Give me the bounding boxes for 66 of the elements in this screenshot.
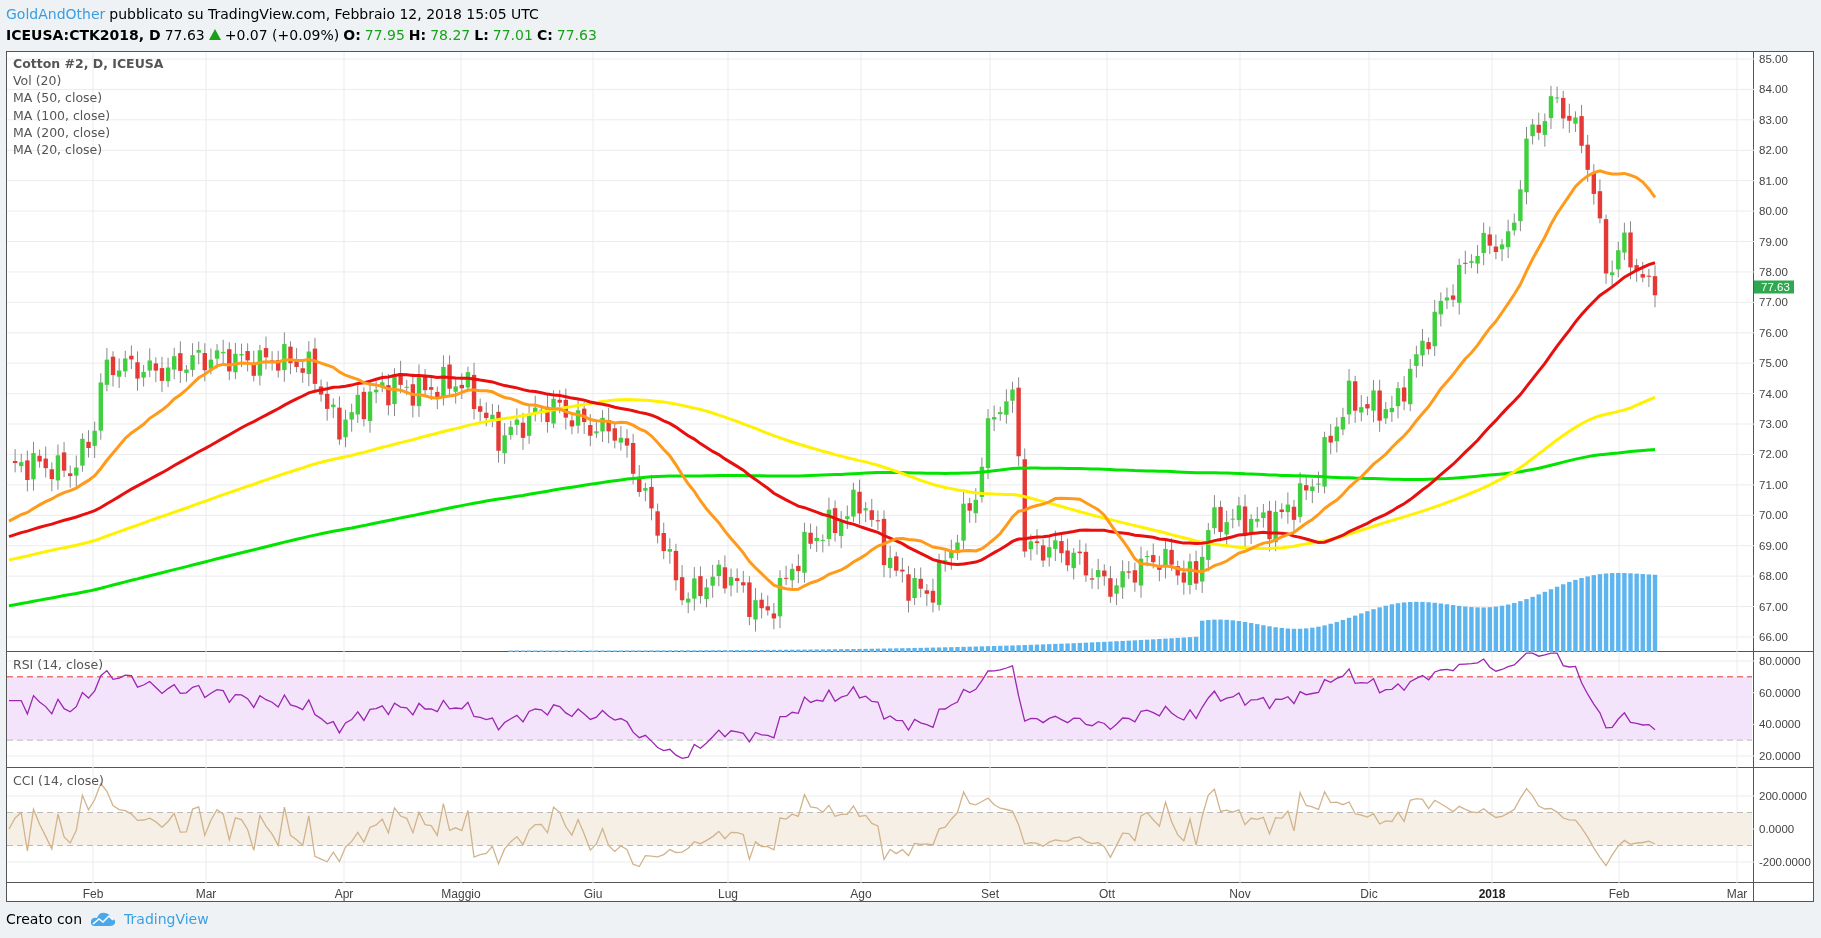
change-text: +0.07 (+0.09%) [224,26,340,43]
price-axis-label: 78.00 [1759,265,1788,279]
time-axis-label: Lug [718,887,738,901]
legend-text: MA (20, close) [13,141,104,159]
price-axis-label: 70.00 [1759,508,1788,522]
price-axis-label: 66.00 [1759,630,1788,644]
ohlc-value: 78.27 [430,26,471,43]
legend-text: Cotton #2, D, ICEUSA [13,55,164,73]
ohlc-value: 77.01 [492,26,533,43]
cci-axis-label: -200.0000 [1759,855,1811,869]
price-axis-label: 71.00 [1759,478,1788,492]
time-axis-label: Nov [1229,887,1251,901]
indicator-legend: CCI (14, close) [13,773,104,788]
legend-text: Vol (20) [13,72,63,90]
time-axis-label: 2018 [1478,887,1506,901]
time-axis-label: Giu [583,887,603,901]
time-axis-label: Feb [1608,887,1630,901]
price-axis-label: 68.00 [1759,569,1788,583]
ohlc-value: 77.95 [364,26,405,43]
ohlc-label: H: [408,26,427,43]
price-axis-label: 84.00 [1759,82,1788,96]
brand-link[interactable]: TradingView [124,911,209,927]
ohlc-label: L: [474,26,489,43]
ohlc-label: C: [536,26,553,43]
price-axis-label: 76.00 [1759,326,1788,340]
time-axis-label: Mar [195,887,217,901]
price-axis-label: 69.00 [1759,539,1788,553]
price-axis-label: 72.00 [1759,447,1788,461]
legend-text: MA (200, close) [13,123,112,141]
price-axis-label: 85.00 [1759,52,1788,66]
footer-text: Creato con [6,911,83,927]
price-axis-label: 74.00 [1759,387,1788,401]
legend-text: MA (100, close) [13,106,112,124]
cci-axis-label: 0.0000 [1759,822,1795,836]
time-axis-label: Set [981,887,999,901]
time-axis-label: Mar [1726,887,1748,901]
price-axis-label: 73.00 [1759,417,1788,431]
symbol-text: ICEUSA:CTK2018, D [6,26,161,43]
time-axis-label: Apr [334,887,354,901]
rsi-axis-label: 20.0000 [1759,749,1801,763]
legend-text: MA (50, close) [13,89,104,107]
cloud-logo-icon [90,911,117,927]
published-text: pubblicato su TradingView.com, Febbraio 12, 2018 15:05 UTC [109,5,539,22]
time-axis-label: Dic [1360,887,1378,901]
ohlc-label: O: [343,26,361,43]
price-axis-label: 75.00 [1759,356,1788,370]
last-price: 77.63 [164,26,205,43]
price-axis-label: 83.00 [1759,113,1788,127]
cci-axis-label: 200.0000 [1759,789,1807,803]
price-axis-label: 77.00 [1759,295,1788,309]
time-axis-label: Ott [1099,887,1115,901]
price-axis-label: 79.00 [1759,235,1788,248]
time-axis-label: Maggio [441,887,481,901]
rsi-axis-label: 60.0000 [1759,686,1801,700]
time-axis-label: Ago [850,887,872,901]
rsi-axis-label: 80.0000 [1759,654,1801,668]
price-axis-label: 80.00 [1759,204,1788,218]
price-axis-label: 81.00 [1759,174,1788,188]
last-price-tag: 77.63 [1754,280,1794,294]
price-axis-label: 82.00 [1759,143,1788,157]
price-axis-label: 67.00 [1759,600,1788,614]
rsi-axis-label: 40.0000 [1759,717,1801,731]
indicator-legend: RSI (14, close) [13,657,104,672]
ohlc-value: 77.63 [556,26,597,43]
time-axis-label: Feb [82,887,104,901]
author-link[interactable]: GoldAndOther [6,5,106,22]
